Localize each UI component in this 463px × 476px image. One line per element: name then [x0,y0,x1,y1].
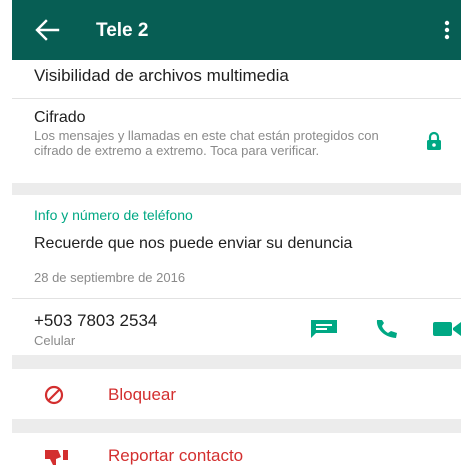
app-bar: Tele 2 [12,0,461,60]
phone-number[interactable]: +503 7803 2534 [34,311,157,331]
block-label: Bloquear [108,385,177,404]
overflow-menu-button[interactable] [441,18,453,42]
back-button[interactable] [34,18,60,42]
thumbs-down-icon [45,450,68,465]
encryption-row[interactable]: Cifrado Los mensajes y llamadas en este … [12,99,461,183]
block-contact-button[interactable]: Bloquear [12,369,461,419]
more-vertical-icon [444,20,450,40]
message-icon[interactable] [310,319,338,339]
encryption-description: Los mensajes y llamadas en este chat est… [34,128,379,158]
phone-type-label: Celular [34,333,76,348]
media-visibility-label: Visibilidad de archivos multimedia [34,66,289,85]
contact-status: Recuerde que nos puede enviar su denunci… [34,235,353,252]
report-contact-button[interactable]: Reportar contacto [12,433,461,476]
info-and-phone-section: Info y número de teléfono Recuerde que n… [12,195,461,355]
lock-icon [427,131,441,150]
media-visibility-row[interactable]: Visibilidad de archivos multimedia [12,60,461,98]
divider [12,298,461,299]
video-call-icon[interactable] [432,319,461,339]
section-heading: Info y número de teléfono [34,207,193,223]
contact-name-title: Tele 2 [96,20,149,41]
status-date: 28 de septiembre de 2016 [34,270,186,285]
report-label: Reportar contacto [108,446,244,465]
encryption-title: Cifrado [34,109,86,126]
phone-call-icon[interactable] [375,319,399,339]
block-icon [44,385,64,405]
contact-info-screen: Tele 2 Visibilidad de archivos multimedi… [12,0,461,476]
arrow-back-icon [35,19,60,41]
